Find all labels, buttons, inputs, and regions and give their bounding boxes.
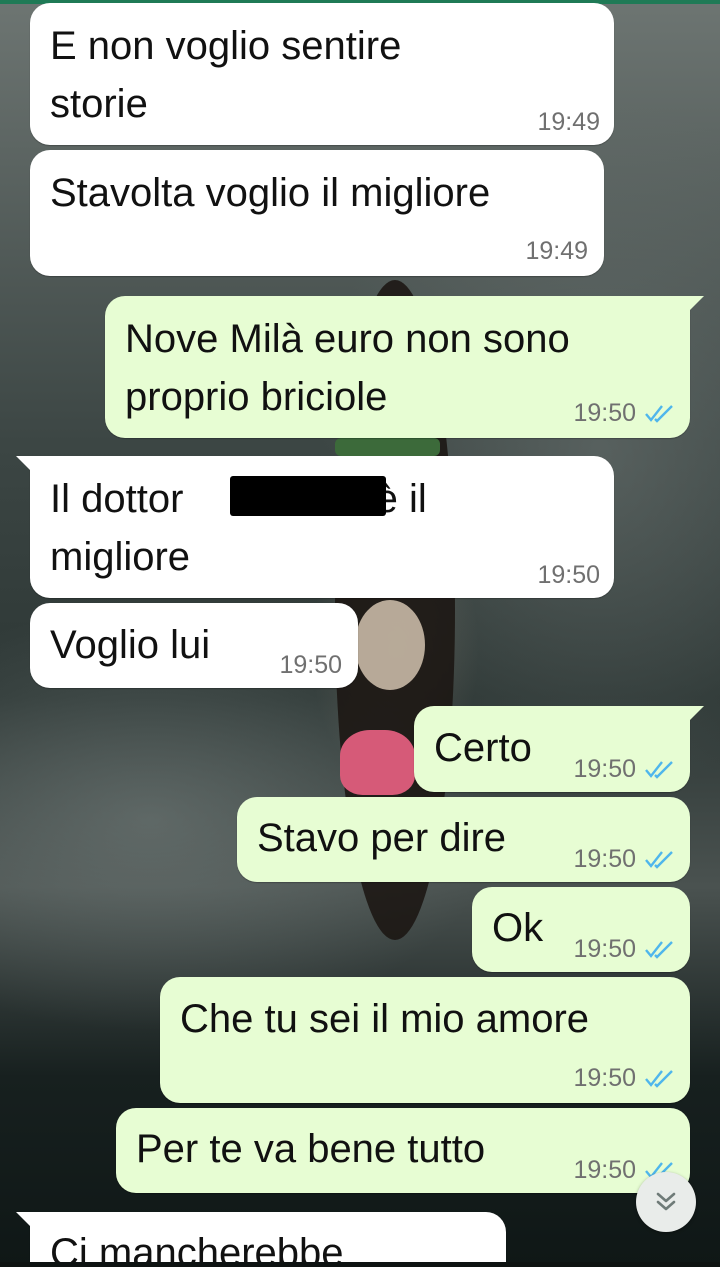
outgoing-message[interactable]: Certo 19:50 <box>414 706 704 792</box>
double-check-icon <box>645 851 673 869</box>
outgoing-message[interactable]: Per te va bene tutto 19:50 <box>116 1108 690 1193</box>
incoming-message[interactable]: E non voglio sentire storie 19:49 <box>30 3 614 145</box>
incoming-message[interactable]: Stavolta voglio il migliore 19:49 <box>30 150 604 276</box>
message-text: Per te va bene tutto <box>136 1127 486 1171</box>
outgoing-message[interactable]: Ok 19:50 <box>472 887 690 972</box>
message-text: Stavolta voglio il migliore <box>50 171 491 215</box>
bubble-tail <box>16 456 34 474</box>
scroll-to-bottom-button[interactable] <box>636 1172 696 1232</box>
message-time: 19:50 <box>573 845 636 873</box>
message-time: 19:50 <box>279 651 342 679</box>
message-time: 19:50 <box>537 561 600 589</box>
message-time: 19:49 <box>525 237 588 265</box>
double-check-icon <box>645 405 673 423</box>
message-time: 19:50 <box>573 1156 636 1184</box>
message-text: Certo <box>434 726 532 770</box>
message-time: 19:50 <box>573 399 636 427</box>
outgoing-message[interactable]: Stavo per dire 19:50 <box>237 797 690 882</box>
message-text: Ok <box>492 906 544 950</box>
double-check-icon <box>645 941 673 959</box>
redaction-box <box>230 476 386 516</box>
message-text: Stavo per dire <box>257 816 507 860</box>
message-time: 19:50 <box>573 755 636 783</box>
message-text: E non voglio sentire storie <box>50 24 402 126</box>
message-text: Voglio lui <box>50 623 211 667</box>
double-check-icon <box>645 761 673 779</box>
message-text: Che tu sei il mio amore <box>180 997 590 1041</box>
double-check-icon <box>645 1070 673 1088</box>
message-text: Ci mancherebbe <box>50 1231 344 1262</box>
outgoing-message[interactable]: Che tu sei il mio amore 19:50 <box>160 977 690 1103</box>
incoming-message[interactable]: Voglio lui 19:50 <box>30 603 358 688</box>
message-time: 19:50 <box>573 1064 636 1092</box>
outgoing-message[interactable]: Nove Milà euro non sono proprio briciole… <box>105 296 704 438</box>
bubble-tail <box>686 296 704 314</box>
message-text: Nove Milà euro non sono proprio briciole <box>125 317 570 419</box>
bubble-tail <box>16 1212 34 1230</box>
bottom-edge <box>0 1262 720 1267</box>
incoming-message[interactable]: Ci mancherebbe <box>30 1212 506 1262</box>
double-chevron-down-icon <box>656 1192 676 1211</box>
message-time: 19:50 <box>573 935 636 963</box>
message-time: 19:49 <box>537 108 600 136</box>
bubble-tail <box>686 706 704 724</box>
message-list[interactable]: E non voglio sentire storie 19:49 Stavol… <box>0 0 720 1267</box>
incoming-message[interactable]: Il dottor è il migliore 19:50 <box>16 456 614 598</box>
